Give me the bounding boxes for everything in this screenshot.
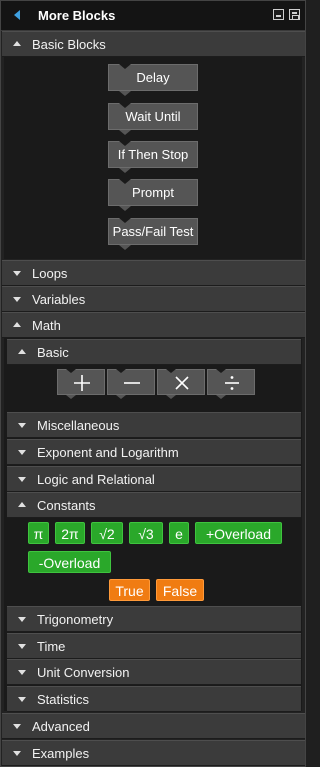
back-arrow-icon[interactable] [14, 10, 20, 20]
section-label: Advanced [32, 719, 90, 734]
subsection-logic-relational[interactable]: Logic and Relational [7, 466, 301, 492]
subsection-constants[interactable]: Constants [7, 492, 301, 518]
basic-blocks-content: Delay Wait Until If Then Stop Prompt Pas… [4, 57, 302, 259]
block-wait-until[interactable]: Wait Until [108, 103, 198, 135]
section-label: Math [32, 318, 61, 333]
section-label: Basic Blocks [32, 37, 106, 52]
expand-arrow-icon [18, 617, 26, 622]
subsection-miscellaneous[interactable]: Miscellaneous [7, 412, 301, 438]
plus-icon [74, 375, 90, 391]
block-delay[interactable]: Delay [108, 64, 198, 96]
more-blocks-panel: More Blocks Basic Blocks Delay Wait Unti… [0, 0, 306, 767]
expand-arrow-icon [18, 450, 26, 455]
expand-arrow-icon [13, 271, 21, 276]
section-variables[interactable]: Variables [2, 286, 305, 312]
minus-icon [124, 382, 140, 384]
subsection-label: Statistics [37, 692, 90, 707]
section-math[interactable]: Math [2, 312, 305, 338]
subsection-label: Time [37, 639, 66, 654]
expand-arrow-icon [18, 423, 26, 428]
restore-window-icon[interactable] [289, 9, 300, 20]
expand-arrow-icon [18, 477, 26, 482]
section-basic-blocks[interactable]: Basic Blocks [2, 31, 305, 57]
section-advanced[interactable]: Advanced [2, 713, 305, 739]
expand-arrow-icon [18, 697, 26, 702]
expand-arrow-icon [13, 297, 21, 302]
subsection-label: Unit Conversion [37, 665, 130, 680]
minus-overload-button[interactable]: -Overload [28, 551, 111, 573]
panel-titlebar: More Blocks [1, 1, 305, 31]
subsection-label: Logic and Relational [37, 472, 155, 487]
section-label: Examples [32, 746, 90, 761]
section-examples[interactable]: Examples [2, 740, 305, 766]
subsection-trigonometry[interactable]: Trigonometry [7, 606, 301, 632]
e-button[interactable]: e [169, 522, 189, 544]
subsection-label: Exponent and Logarithm [37, 445, 179, 460]
expand-arrow-icon [13, 724, 21, 729]
plus-overload-button[interactable]: +Overload [195, 522, 282, 544]
collapse-arrow-icon [13, 41, 21, 46]
collapse-arrow-icon [13, 322, 21, 327]
true-button[interactable]: True [109, 579, 150, 601]
subsection-exponent-logarithm[interactable]: Exponent and Logarithm [7, 439, 301, 465]
divide-icon [225, 376, 239, 390]
block-prompt[interactable]: Prompt [108, 179, 198, 211]
collapse-arrow-icon [18, 349, 26, 354]
times-icon [175, 376, 189, 390]
false-button[interactable]: False [156, 579, 204, 601]
expand-arrow-icon [18, 670, 26, 675]
subsection-label: Basic [37, 345, 69, 360]
section-loops[interactable]: Loops [2, 260, 305, 286]
pi-button[interactable]: π [28, 522, 49, 544]
times-block[interactable] [157, 369, 205, 399]
block-if-then-stop[interactable]: If Then Stop [108, 141, 198, 173]
block-pass-fail-test[interactable]: Pass/Fail Test [108, 218, 198, 250]
math-basic-operators [9, 365, 299, 411]
minus-block[interactable] [107, 369, 155, 399]
expand-arrow-icon [13, 751, 21, 756]
subsection-label: Constants [37, 498, 96, 513]
constants-content: π 2π √2 √3 e +Overload -Overload True Fa… [9, 518, 299, 605]
subsection-time[interactable]: Time [7, 633, 301, 659]
section-label: Variables [32, 292, 86, 307]
subsection-statistics[interactable]: Statistics [7, 686, 301, 712]
subsection-label: Trigonometry [37, 612, 114, 627]
sqrt2-button[interactable]: √2 [91, 522, 123, 544]
plus-block[interactable] [57, 369, 105, 399]
collapse-arrow-icon [18, 502, 26, 507]
expand-arrow-icon [18, 644, 26, 649]
subsection-basic[interactable]: Basic [7, 339, 301, 365]
subsection-label: Miscellaneous [37, 418, 120, 433]
subsection-unit-conversion[interactable]: Unit Conversion [7, 659, 301, 685]
divide-block[interactable] [207, 369, 255, 399]
section-label: Loops [32, 266, 68, 281]
minimize-icon[interactable] [273, 9, 284, 20]
two-pi-button[interactable]: 2π [55, 522, 85, 544]
panel-title: More Blocks [38, 8, 116, 23]
sqrt3-button[interactable]: √3 [129, 522, 163, 544]
